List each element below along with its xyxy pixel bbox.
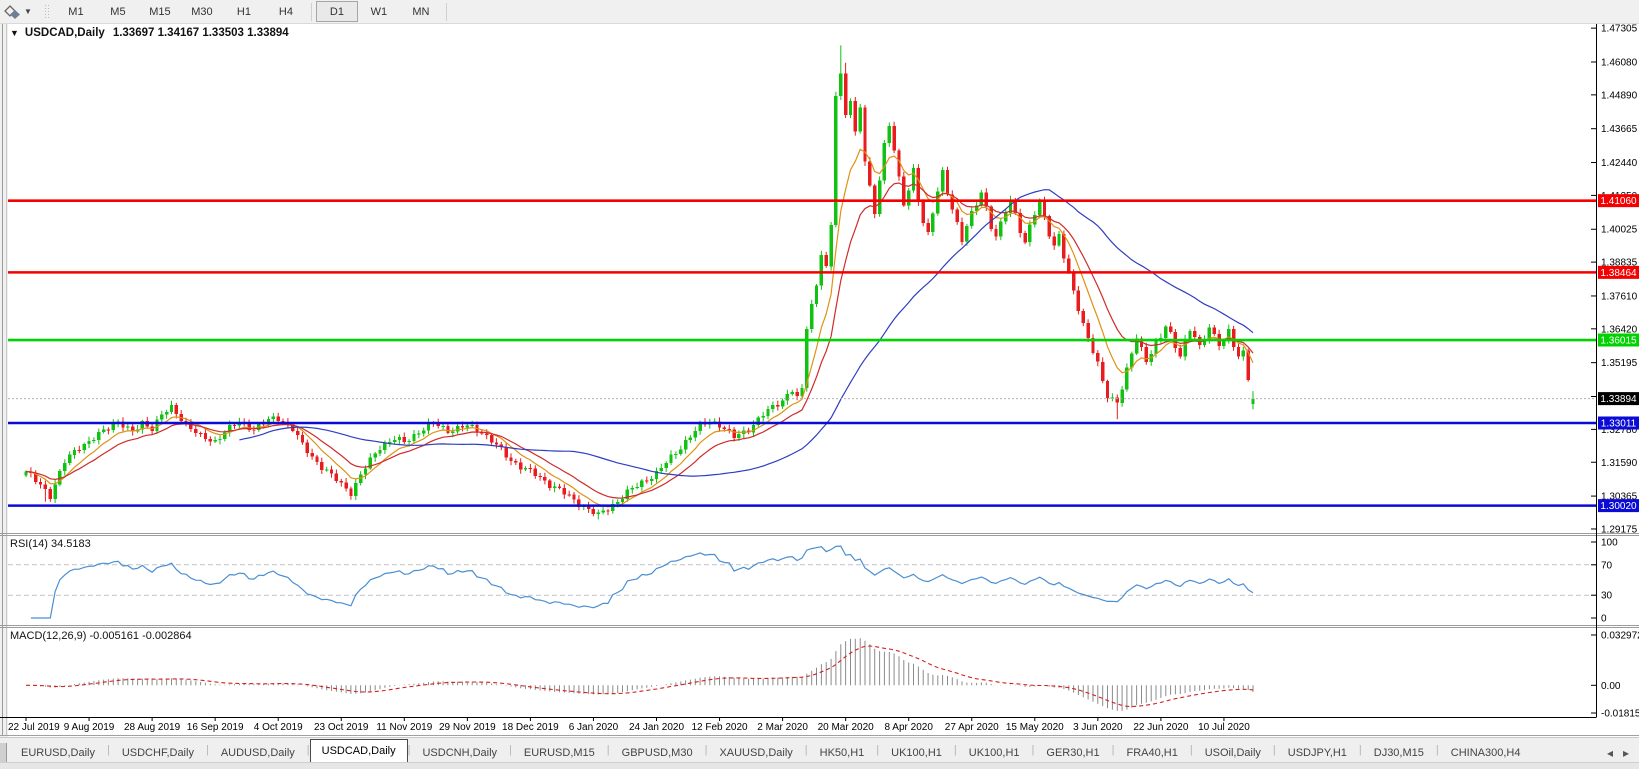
tab-edge-sliver [0, 743, 7, 763]
chart-tab-dj30-m15[interactable]: DJ30,M15 [1362, 742, 1436, 763]
svg-text:11 Nov 2019: 11 Nov 2019 [376, 722, 432, 733]
timeframe-button-mn[interactable]: MN [400, 1, 442, 22]
svg-text:30: 30 [1601, 591, 1613, 602]
svg-text:0.00: 0.00 [1601, 681, 1621, 692]
svg-text:1.33894: 1.33894 [1600, 394, 1637, 405]
chart-canvas[interactable]: 1.473051.460801.448901.436651.424401.412… [0, 0, 1639, 737]
svg-text:12 Feb 2020: 12 Feb 2020 [691, 722, 748, 733]
svg-text:1.44890: 1.44890 [1601, 90, 1638, 101]
svg-text:10 Jul 2020: 10 Jul 2020 [1198, 722, 1250, 733]
svg-text:23 Oct 2019: 23 Oct 2019 [314, 722, 369, 733]
chart-tab-usoil-daily[interactable]: USOil,Daily [1193, 742, 1273, 763]
svg-text:1.41060: 1.41060 [1600, 196, 1637, 207]
chart-background [0, 23, 1639, 737]
chart-tab-usdjpy-h1[interactable]: USDJPY,H1 [1276, 742, 1359, 763]
svg-text:1.29175: 1.29175 [1601, 524, 1638, 535]
price-tag-1.41060: 1.41060 [1598, 194, 1639, 207]
svg-text:1.36015: 1.36015 [1600, 336, 1637, 347]
price-tag-1.36015: 1.36015 [1598, 334, 1639, 347]
timeframe-button-m1[interactable]: M1 [55, 1, 97, 22]
timeframe-button-h4[interactable]: H4 [265, 1, 307, 22]
svg-text:16 Sep 2019: 16 Sep 2019 [187, 722, 244, 733]
chart-tab-hk50-h1[interactable]: HK50,H1 [808, 742, 877, 763]
svg-text:6 Jan 2020: 6 Jan 2020 [569, 722, 619, 733]
svg-text:1.33011: 1.33011 [1601, 418, 1637, 429]
price-tag-1.38464: 1.38464 [1598, 266, 1639, 279]
svg-text:100: 100 [1601, 538, 1618, 549]
tab-scroll-right-icon[interactable]: ▸ [1623, 746, 1629, 760]
svg-text:1.42440: 1.42440 [1601, 158, 1638, 169]
price-tag-1.33011: 1.33011 [1598, 416, 1639, 429]
svg-text:0: 0 [1601, 614, 1607, 625]
svg-text:1.37610: 1.37610 [1601, 291, 1638, 302]
diamond-tool-icon [4, 4, 21, 20]
svg-text:28 Aug 2019: 28 Aug 2019 [124, 722, 181, 733]
svg-text:22 Jun 2020: 22 Jun 2020 [1133, 722, 1188, 733]
chart-tab-usdchf-daily[interactable]: USDCHF,Daily [110, 742, 206, 763]
tab-scroll-nav: ◂▸ [1607, 746, 1639, 763]
chart-tab-uk100-h1[interactable]: UK100,H1 [957, 742, 1032, 763]
svg-text:1.47305: 1.47305 [1601, 24, 1638, 35]
chart-tab-china300-h4[interactable]: CHINA300,H4 [1439, 742, 1533, 763]
svg-text:1.38464: 1.38464 [1600, 268, 1637, 279]
price-tag-1.30020: 1.30020 [1598, 499, 1639, 512]
timeframe-button-d1[interactable]: D1 [316, 1, 358, 22]
toolbar: ▼ M1M5M15M30H1H4 D1W1MN [0, 0, 1639, 24]
svg-text:27 Apr 2020: 27 Apr 2020 [945, 722, 999, 733]
svg-text:29 Nov 2019: 29 Nov 2019 [439, 722, 496, 733]
svg-text:0.032972: 0.032972 [1601, 631, 1639, 642]
svg-text:1.43665: 1.43665 [1601, 124, 1638, 135]
svg-text:4 Oct 2019: 4 Oct 2019 [254, 722, 303, 733]
chart-tab-gbpusd-m30[interactable]: GBPUSD,M30 [610, 742, 705, 763]
chart-tab-usdcnh-daily[interactable]: USDCNH,Daily [410, 742, 509, 763]
timeframe-button-m15[interactable]: M15 [139, 1, 181, 22]
chart-tab-fra40-h1[interactable]: FRA40,H1 [1114, 742, 1189, 763]
current-price-tag: 1.33894 [1598, 392, 1639, 405]
svg-text:70: 70 [1601, 560, 1613, 571]
svg-text:24 Jan 2020: 24 Jan 2020 [629, 722, 684, 733]
timeframe-group: M1M5M15M30H1H4 D1W1MN [55, 0, 451, 23]
chart-tab-xauusd-daily[interactable]: XAUUSD,Daily [707, 742, 804, 763]
svg-text:1.40025: 1.40025 [1601, 225, 1638, 236]
chart-tab-eurusd-m15[interactable]: EURUSD,M15 [512, 742, 607, 763]
svg-text:22 Jul 2019: 22 Jul 2019 [8, 722, 60, 733]
chart-tab-usdcad-daily[interactable]: USDCAD,Daily [310, 739, 408, 763]
svg-text:20 Mar 2020: 20 Mar 2020 [818, 722, 875, 733]
chevron-down-icon: ▼ [24, 7, 32, 16]
svg-text:1.35195: 1.35195 [1601, 358, 1638, 369]
toolbar-separator [311, 3, 312, 21]
chart-tab-eurusd-daily[interactable]: EURUSD,Daily [9, 742, 107, 763]
timeframe-button-h1[interactable]: H1 [223, 1, 265, 22]
svg-text:9 Aug 2019: 9 Aug 2019 [64, 722, 115, 733]
svg-text:18 Dec 2019: 18 Dec 2019 [502, 722, 559, 733]
chart-tab-uk100-h1[interactable]: UK100,H1 [879, 742, 954, 763]
toolbar-separator [446, 3, 447, 21]
svg-text:1.46080: 1.46080 [1601, 57, 1638, 68]
svg-text:1.30020: 1.30020 [1600, 501, 1637, 512]
chart-tab-ger30-h1[interactable]: GER30,H1 [1034, 742, 1111, 763]
tab-scroll-left-icon[interactable]: ◂ [1607, 746, 1613, 760]
svg-text:-0.01815: -0.01815 [1601, 709, 1639, 720]
chart-tab-audusd-daily[interactable]: AUDUSD,Daily [209, 742, 307, 763]
svg-text:1.31590: 1.31590 [1601, 458, 1638, 469]
chart-tabs-bar: EURUSD,Daily|USDCHF,Daily|AUDUSD,Daily|U… [0, 737, 1639, 763]
svg-text:2 Mar 2020: 2 Mar 2020 [757, 722, 808, 733]
toolbar-grip[interactable] [44, 4, 49, 20]
svg-text:3 Jun 2020: 3 Jun 2020 [1073, 722, 1123, 733]
timeframe-button-m5[interactable]: M5 [97, 1, 139, 22]
timeframe-button-m30[interactable]: M30 [181, 1, 223, 22]
svg-text:15 May 2020: 15 May 2020 [1006, 722, 1064, 733]
collapse-chart-icon[interactable]: ▼ [10, 28, 19, 38]
chart-tools-icon[interactable]: ▼ [0, 2, 36, 22]
timeframe-button-w1[interactable]: W1 [358, 1, 400, 22]
svg-text:8 Apr 2020: 8 Apr 2020 [885, 722, 934, 733]
